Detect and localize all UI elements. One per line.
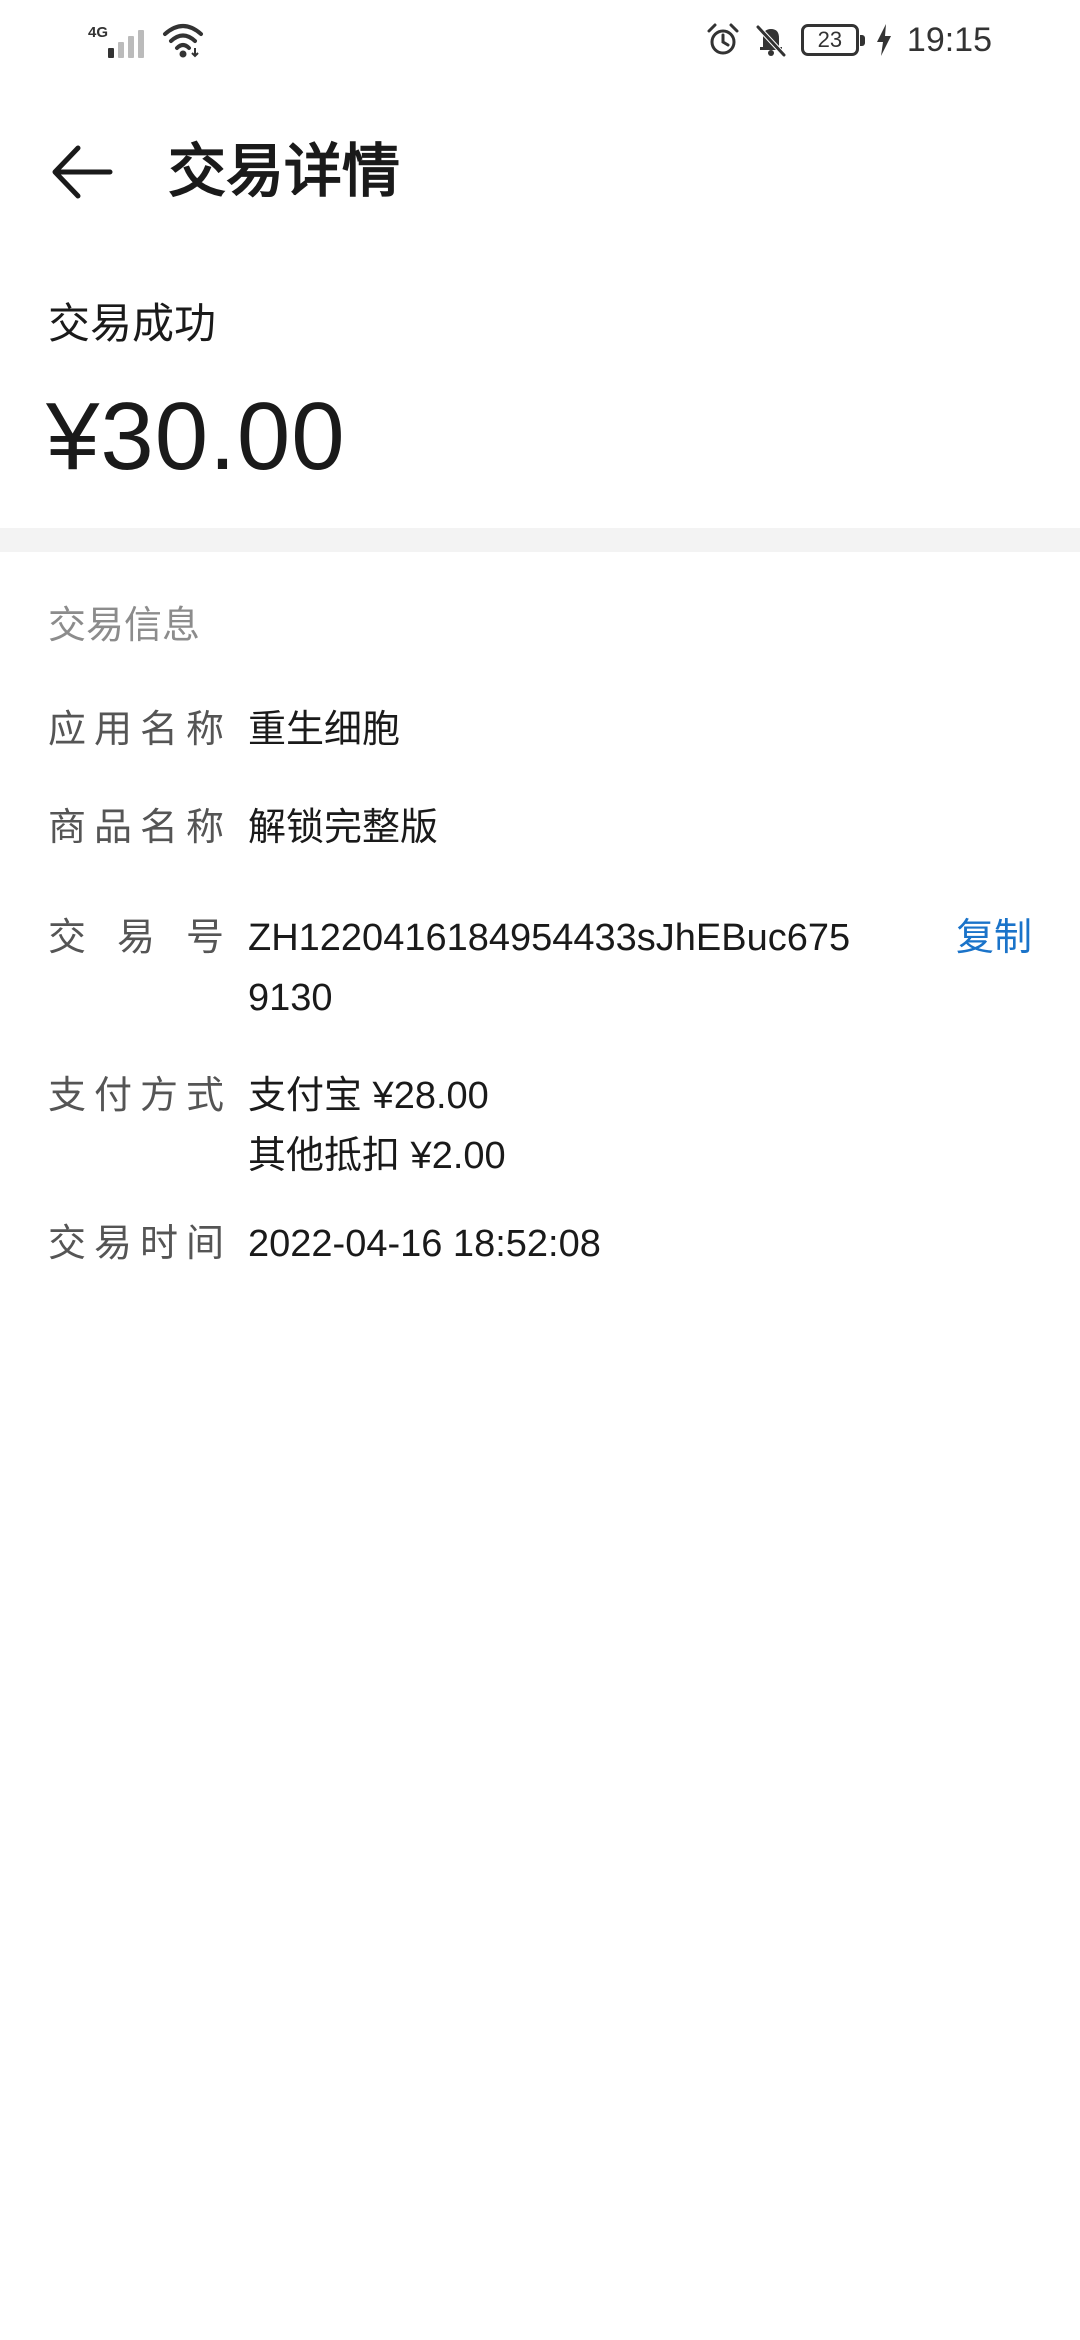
payment-line-2: 其他抵扣 ¥2.00: [248, 1135, 506, 1177]
page-title: 交易详情: [168, 139, 401, 204]
bell-off-icon: [756, 25, 786, 57]
wifi-icon: [163, 24, 203, 58]
copy-button[interactable]: 复制: [956, 908, 1032, 968]
app-name-value: 重生细胞: [248, 709, 401, 751]
section-title: 交易信息: [48, 605, 201, 647]
payment-label: 支付方式: [48, 1075, 224, 1117]
time-label: 交易时间: [48, 1223, 224, 1265]
txid-value: ZH1220416184954433sJhEBuc6759130: [248, 917, 851, 1019]
time-value: 2022-04-16 18:52:08: [248, 1223, 601, 1265]
status-bar: 4G 23 19:15: [0, 0, 1080, 80]
product-value: 解锁完整版: [248, 807, 439, 849]
txid-label: 交 易 号: [48, 917, 224, 959]
transaction-amount: ¥30.00: [46, 383, 346, 490]
back-button[interactable]: [40, 130, 124, 214]
charging-icon: [876, 24, 891, 56]
network-type: 4G: [88, 24, 109, 41]
app-header: 交易详情: [0, 110, 1080, 230]
txid-row: 交 易 号 ZH1220416184954433sJhEBuc6759130 复…: [48, 908, 1032, 1028]
app-name-label: 应用名称: [48, 709, 224, 751]
back-arrow-icon: [52, 145, 113, 199]
transaction-status: 交易成功: [48, 300, 217, 347]
payment-value: 支付宝 ¥28.00 其他抵扣 ¥2.00: [248, 1066, 506, 1186]
signal-icon: 4G: [88, 20, 148, 60]
section-divider: [0, 528, 1080, 552]
status-left: 4G: [88, 18, 204, 62]
alarm-icon: [707, 23, 739, 55]
payment-line-1: 支付宝 ¥28.00: [248, 1075, 489, 1117]
status-right: 23 19:15: [705, 16, 992, 64]
payment-row: 支付方式 支付宝 ¥28.00 其他抵扣 ¥2.00: [48, 1066, 1032, 1186]
battery-icon: 23: [800, 24, 865, 56]
product-label: 商品名称: [48, 807, 224, 849]
battery-level: 23: [817, 27, 843, 52]
status-time: 19:15: [906, 20, 992, 59]
